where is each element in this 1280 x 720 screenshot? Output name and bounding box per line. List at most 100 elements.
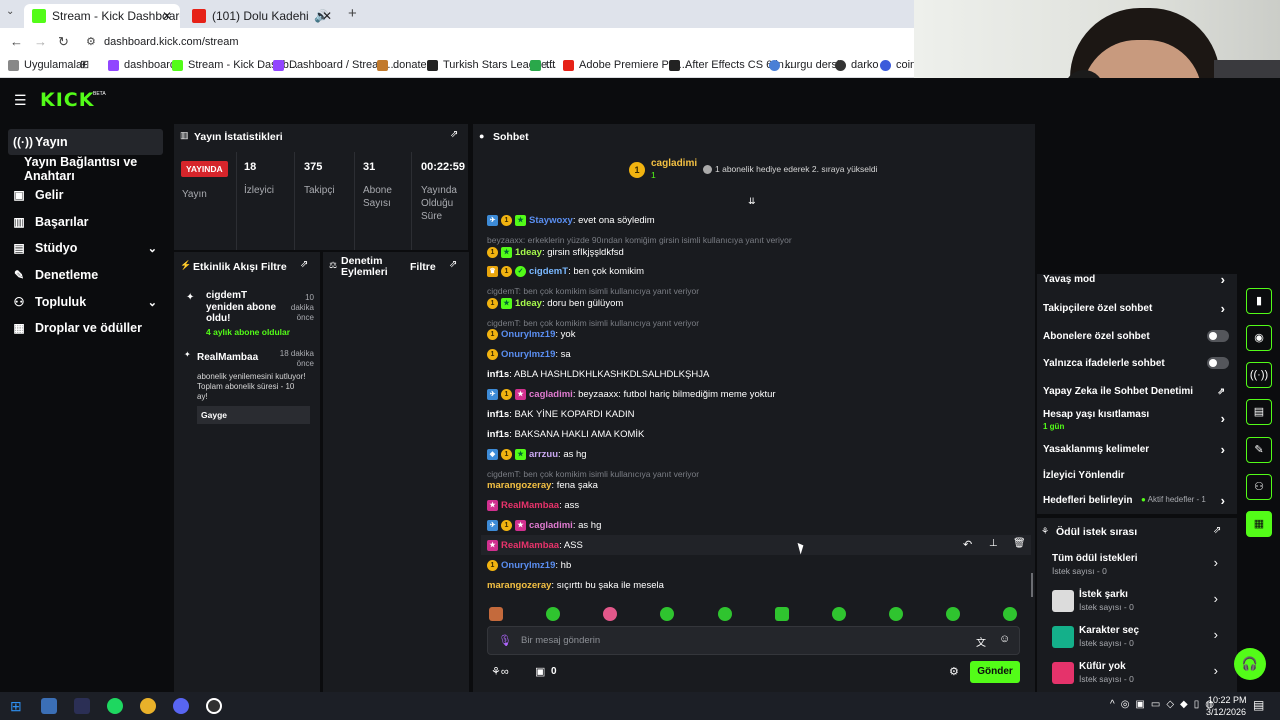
url-field[interactable]: dashboard.kick.com/stream bbox=[104, 36, 239, 48]
windows-start-icon[interactable]: ⊞ bbox=[10, 698, 22, 715]
sidebar-item-denetleme[interactable]: ✎ Denetleme bbox=[8, 262, 163, 288]
setting-ai-moderation[interactable]: Yapay Zeka ile Sohbet Denetimi ⇗ bbox=[1043, 385, 1229, 397]
taskbar-app-icon[interactable] bbox=[41, 698, 57, 714]
emote-kick[interactable] bbox=[946, 607, 960, 621]
quick-action-chat[interactable]: ◉ bbox=[1246, 325, 1272, 351]
sidebar-item-yayin[interactable]: ((·)) Yayın bbox=[8, 129, 163, 155]
bookmark-apps[interactable]: Uygulamalar bbox=[8, 59, 86, 71]
popout-icon[interactable]: ⇗ bbox=[450, 129, 458, 140]
emote-avatar[interactable] bbox=[489, 607, 503, 621]
bookmark-tft[interactable]: tft bbox=[530, 59, 555, 71]
close-tab-icon[interactable]: ✕ bbox=[162, 9, 172, 23]
emote-hand[interactable] bbox=[603, 607, 617, 621]
send-button[interactable]: Gönder bbox=[970, 661, 1020, 683]
emote-kick[interactable] bbox=[775, 607, 789, 621]
close-tab-icon[interactable]: ✕ bbox=[322, 9, 332, 23]
emote-kick[interactable] bbox=[718, 607, 732, 621]
chat-message[interactable]: 1 Onurylmz19: sa bbox=[487, 349, 571, 360]
popout-icon[interactable]: ⇗ bbox=[449, 259, 457, 270]
moderation-filter-button[interactable]: Filtre bbox=[410, 261, 436, 273]
setting-followers-only[interactable]: Takipçilere özel sohbet › bbox=[1043, 301, 1229, 316]
kick-logo[interactable]: KICK bbox=[40, 89, 94, 111]
forward-icon[interactable]: → bbox=[34, 34, 47, 49]
sidebar-item-topluluk[interactable]: ⚇ Topluluk ⌄ bbox=[8, 289, 163, 315]
back-icon[interactable]: ← bbox=[10, 34, 23, 49]
grid-icon[interactable]: ⊞ bbox=[80, 58, 89, 71]
chat-message[interactable]: marangozeray: fena şaka bbox=[487, 480, 598, 491]
notification-icon[interactable]: ▤ bbox=[1253, 698, 1264, 712]
quick-action-tools[interactable]: ✎ bbox=[1246, 437, 1272, 463]
chat-message[interactable]: ✈ 1 ★ cagladimi: as hg bbox=[487, 520, 601, 531]
microphone-icon[interactable]: 🎙 bbox=[498, 634, 512, 647]
emote-kick[interactable] bbox=[546, 607, 560, 621]
discord-icon[interactable] bbox=[173, 698, 189, 714]
chat-message[interactable]: marangozeray: sıçırttı bu şaka ile mesel… bbox=[487, 580, 664, 591]
emote-kick[interactable] bbox=[660, 607, 674, 621]
setting-goals[interactable]: Hedefleri belirleyin ● Aktif hedefler - 1… bbox=[1043, 493, 1229, 508]
quick-action-community[interactable]: ⚇ bbox=[1246, 474, 1272, 500]
quick-action-broadcast[interactable]: ((·)) bbox=[1246, 362, 1272, 388]
emote-kick[interactable] bbox=[1003, 607, 1017, 621]
new-tab-icon[interactable]: + bbox=[348, 5, 357, 22]
chat-message[interactable]: 1 Onurylmz19: yok bbox=[487, 329, 575, 340]
emote-kick[interactable] bbox=[889, 607, 903, 621]
translate-icon[interactable]: 文 bbox=[976, 634, 986, 649]
bookmark-kurgu[interactable]: kurgu dersi bbox=[769, 59, 839, 71]
quick-action-layout[interactable]: ▤ bbox=[1246, 399, 1272, 425]
sidebar-item-gelir[interactable]: ▣ Gelir bbox=[8, 182, 163, 208]
tab-list-icon[interactable]: ⌄ bbox=[6, 6, 14, 17]
sidebar-item-stream-key[interactable]: Yayın Bağlantısı ve Anahtarı bbox=[19, 155, 169, 183]
chat-message[interactable]: ★ RealMambaa: ass bbox=[487, 500, 579, 511]
popout-icon[interactable]: ⇗ bbox=[300, 259, 308, 270]
chat-message[interactable]: ✈ 1 ★ Staywoxy: evet ona söyledim bbox=[487, 215, 655, 226]
bookmark-donate[interactable]: donate bbox=[377, 59, 427, 71]
chevron-down-icon[interactable]: ⌄ bbox=[148, 296, 157, 309]
tab-kick-dashboard[interactable]: Stream - Kick Dashboard ✕ bbox=[24, 4, 180, 28]
clock-date[interactable]: 3/12/2026 bbox=[1206, 707, 1246, 717]
chrome-icon[interactable] bbox=[140, 698, 156, 714]
quick-action-clip[interactable]: ▮ bbox=[1246, 288, 1272, 314]
bookmark-darko[interactable]: darko bbox=[835, 59, 879, 71]
scroll-down-icon[interactable]: ⇊ bbox=[748, 196, 756, 207]
system-tray-icons[interactable]: ^◎▣▭◇◆▯◍ bbox=[1110, 699, 1220, 710]
reward-character[interactable]: Karakter seç İstek sayısı - 0 › bbox=[1079, 625, 1222, 648]
hamburger-menu-icon[interactable]: ☰ bbox=[14, 92, 27, 109]
setting-slow-mode[interactable]: Yavaş mod › bbox=[1043, 272, 1229, 287]
chat-message[interactable]: inf1s: BAK YİNE KOPARDI KADIN bbox=[487, 409, 634, 420]
chat-input[interactable]: Bir mesaj gönderin bbox=[521, 635, 600, 646]
reload-icon[interactable]: ↻ bbox=[58, 34, 69, 50]
setting-account-age[interactable]: Hesap yaşı kısıtlaması 1 gün › bbox=[1043, 409, 1229, 431]
setting-host[interactable]: İzleyici Yönlendir bbox=[1043, 469, 1229, 481]
support-button[interactable]: 🎧 bbox=[1234, 648, 1266, 680]
pin-icon[interactable]: ⊥ bbox=[989, 538, 998, 549]
setting-banned-words[interactable]: Yasaklanmış kelimeler › bbox=[1043, 442, 1229, 457]
activity-filter-button[interactable]: Filtre bbox=[261, 261, 287, 273]
tab-youtube[interactable]: (101) Dolu Kadehi Ters Tut 🔊 ✕ bbox=[184, 4, 340, 28]
setting-subs-only[interactable]: Abonelere özel sohbet bbox=[1043, 330, 1229, 342]
sidebar-item-basarilar[interactable]: ▥ Başarılar bbox=[8, 209, 163, 235]
reply-icon[interactable]: ↶ bbox=[963, 538, 972, 551]
chat-scrollbar[interactable] bbox=[1031, 573, 1033, 597]
reward-all[interactable]: Tüm ödül istekleri İstek sayısı - 0 › bbox=[1052, 553, 1222, 576]
delete-icon[interactable]: 🗑 bbox=[1013, 538, 1026, 549]
bookmark-dashboard[interactable]: dashboard bbox=[108, 59, 176, 71]
chat-message[interactable]: 1 ★ 1deay: doru ben gülüyom bbox=[487, 298, 623, 309]
quick-action-film[interactable]: ▦ bbox=[1246, 511, 1272, 537]
emoji-icon[interactable]: ☺ bbox=[999, 633, 1010, 645]
popout-icon[interactable]: ⇗ bbox=[1213, 525, 1221, 536]
chat-settings-icon[interactable]: ⚙ bbox=[949, 665, 959, 678]
clock-time[interactable]: 10:22 PM bbox=[1208, 695, 1247, 705]
setting-emote-only[interactable]: Yalnızca ifadelerle sohbet bbox=[1043, 357, 1229, 369]
site-info-icon[interactable]: ⚙ bbox=[86, 35, 96, 48]
pinned-username[interactable]: cagladimi bbox=[651, 158, 697, 169]
taskbar-app-icon[interactable] bbox=[74, 698, 90, 714]
chat-message[interactable]: inf1s: ABLA HASHLDKHLKASHKDLSALHDLKŞHJA bbox=[487, 369, 709, 380]
chat-message[interactable]: 1 Onurylmz19: hb bbox=[487, 560, 571, 571]
chat-message[interactable]: ♛ 1 ✓ cigdemT: ben çok komikim bbox=[487, 266, 644, 277]
reward-song[interactable]: İstek şarkı İstek sayısı - 0 › bbox=[1079, 589, 1222, 612]
chat-message[interactable]: ◆ 1 ★ arrzuu: as hg bbox=[487, 449, 587, 460]
chat-message[interactable]: 1 ★ 1deay: girsin sfIkjşşldkfsd bbox=[487, 247, 624, 258]
emote-kick[interactable] bbox=[832, 607, 846, 621]
obs-icon[interactable] bbox=[206, 698, 222, 714]
chat-message[interactable]: ★ RealMambaa: ASS bbox=[487, 540, 583, 551]
